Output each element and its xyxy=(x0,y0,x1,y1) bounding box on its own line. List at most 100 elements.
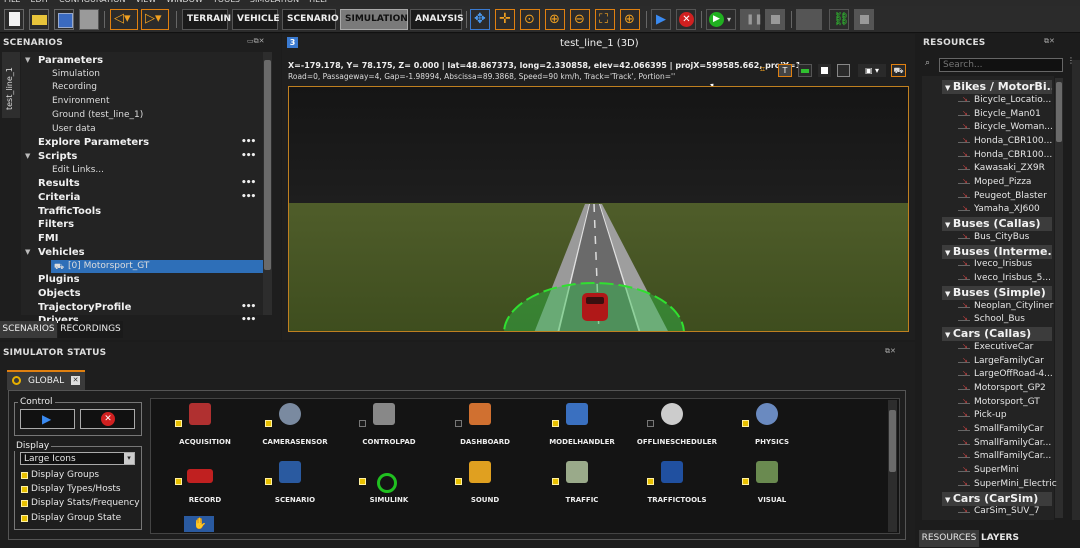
module-enable-checkbox[interactable] xyxy=(647,478,654,485)
move-view-icon[interactable]: ✥ xyxy=(470,9,490,30)
module-enable-checkbox[interactable] xyxy=(742,420,749,427)
tree-item[interactable]: ▼ Vehicles xyxy=(21,246,261,259)
resource-item[interactable]: Kawasaki_ZX9R xyxy=(974,163,1045,173)
expand-arrow-icon[interactable]: ▼ xyxy=(25,246,30,259)
link-icon[interactable]: ⛓ xyxy=(829,9,850,30)
stop-icon[interactable] xyxy=(765,9,785,30)
collapse-arrow-icon[interactable]: ▼ xyxy=(945,290,953,298)
tab-scenarios[interactable]: SCENARIOS xyxy=(0,321,57,338)
display-mode-select[interactable]: Large Icons ▾ xyxy=(20,452,135,465)
resource-item[interactable]: Bicycle_Woman... xyxy=(974,122,1053,132)
pan-icon[interactable]: ✛ xyxy=(495,9,515,30)
tab-resources[interactable]: RESOURCES xyxy=(919,530,979,547)
tree-item[interactable]: ▼ Scripts ••• xyxy=(21,150,261,163)
save-icon[interactable] xyxy=(54,9,74,30)
tree-item[interactable]: Plugins xyxy=(21,273,261,286)
tree-item[interactable]: Environment xyxy=(21,95,261,108)
fit-view-icon[interactable]: ⛶ xyxy=(595,9,615,30)
tree-item[interactable]: User data xyxy=(21,123,261,136)
scenario-tree[interactable]: ▼ Parameters Simulation Recording Environmen… xyxy=(21,52,263,326)
display-option-checkbox[interactable] xyxy=(21,500,28,508)
run-script-icon[interactable]: ▶ xyxy=(651,9,671,30)
resource-item[interactable]: Iveco_Irisbus_5... xyxy=(974,273,1051,283)
module-offlinescheduler[interactable]: OFFLINESCHEDULER xyxy=(629,400,725,452)
module-enable-checkbox[interactable] xyxy=(552,420,559,427)
display-option-checkbox[interactable] xyxy=(21,514,28,522)
resource-item[interactable]: Honda_CBR100... xyxy=(974,136,1052,146)
modules-scrollbar[interactable] xyxy=(888,400,897,532)
camera-select-icon[interactable]: ▣ ▾ xyxy=(858,64,886,77)
module-enable-checkbox[interactable] xyxy=(175,478,182,485)
resource-item[interactable]: Neoplan_Cityliner xyxy=(974,301,1053,311)
resource-item[interactable]: Honda_CBR100... xyxy=(974,150,1052,160)
tree-item[interactable]: Criteria ••• xyxy=(21,191,261,204)
panel-float-close-icon[interactable]: ▭⧉✕ xyxy=(247,37,264,46)
resource-item[interactable]: School_Bus xyxy=(974,314,1025,324)
resource-item[interactable]: Moped_Pizza xyxy=(974,177,1031,187)
display-option-checkbox[interactable] xyxy=(21,472,28,479)
collapse-arrow-icon[interactable]: ▼ xyxy=(945,249,953,257)
resource-item[interactable]: Bus_CityBus xyxy=(974,232,1029,242)
road-toggle-icon[interactable] xyxy=(798,64,812,77)
text-toggle-icon[interactable]: T xyxy=(778,64,792,77)
module-camerasensor[interactable]: CAMERASENSOR xyxy=(247,400,343,452)
rotate-icon[interactable]: ⊙ xyxy=(520,9,540,30)
expand-arrow-icon[interactable]: ▼ xyxy=(25,150,30,163)
tree-item[interactable]: TrafficTools xyxy=(21,205,261,218)
tree-item[interactable]: TrajectoryProfile ••• xyxy=(21,301,261,314)
tree-item[interactable]: Drivers••• xyxy=(21,314,261,327)
resource-category[interactable]: ▼ Buses (Interme... xyxy=(942,244,1052,259)
resource-category[interactable]: ▼ Cars (Callas) xyxy=(942,327,1052,341)
white-square-icon[interactable] xyxy=(818,64,831,77)
status-float-close-icon[interactable]: ⧉✕ xyxy=(885,347,896,356)
collapse-arrow-icon[interactable]: ▼ xyxy=(945,84,953,92)
tree-item[interactable]: Explore Parameters ••• xyxy=(21,136,261,149)
module-enable-checkbox[interactable] xyxy=(742,478,749,485)
resources-scrollbar[interactable] xyxy=(1055,78,1063,518)
resource-category[interactable]: ▼ Bikes / MotorBi... xyxy=(942,80,1052,94)
more-options-icon[interactable]: ••• xyxy=(241,150,256,163)
tree-item[interactable]: Edit Links... xyxy=(21,164,261,177)
resource-item[interactable]: CarSim_SUV_7 xyxy=(974,506,1040,516)
vehicle-button[interactable]: VEHICLE xyxy=(232,9,279,30)
tree-item[interactable]: Filters xyxy=(21,218,261,231)
resource-item[interactable]: SuperMini_Electric xyxy=(974,479,1057,489)
resource-category[interactable]: ▼ Buses (Simple) xyxy=(942,285,1052,300)
resource-item[interactable]: SmallFamilyCar... xyxy=(974,438,1051,448)
zoom-in-icon[interactable]: ⊕ xyxy=(545,9,565,30)
module-enable-checkbox[interactable] xyxy=(265,478,272,485)
module-enable-checkbox[interactable] xyxy=(265,420,272,427)
terrain-button[interactable]: TERRAIN xyxy=(182,9,231,30)
right-side-tabs[interactable] xyxy=(1072,60,1080,520)
resource-item[interactable]: Motorsport_GT xyxy=(974,397,1040,407)
more-options-icon[interactable]: ••• xyxy=(241,177,256,190)
connect-icon[interactable] xyxy=(796,9,822,30)
more-options-icon[interactable]: ••• xyxy=(241,136,256,149)
start-button[interactable]: ▶ xyxy=(20,409,75,429)
resource-category[interactable]: ▼ Cars (CarSim) xyxy=(942,491,1052,506)
resource-item[interactable]: Iveco_Irisbus xyxy=(974,259,1032,269)
play-simulation-icon[interactable]: ▶ ▾ xyxy=(706,9,736,30)
tree-item[interactable]: FMI xyxy=(21,232,261,245)
tree-scrollbar[interactable] xyxy=(263,52,272,315)
tree-item[interactable]: Simulation xyxy=(21,68,261,81)
vehicle-view-icon[interactable]: ⛟ xyxy=(891,64,906,77)
close-tab-icon[interactable]: ✕ xyxy=(71,376,80,385)
module-record[interactable]: RECORD xyxy=(157,458,253,510)
more-options-icon[interactable]: ••• xyxy=(241,191,256,204)
collapse-arrow-icon[interactable]: ▼ xyxy=(945,331,953,339)
tree-item[interactable]: [0] Motorsport_GT ⛟ xyxy=(51,259,263,273)
resource-item[interactable]: Bicycle_Locatio... xyxy=(974,95,1051,105)
display-option-checkbox[interactable] xyxy=(21,486,28,494)
expand-arrow-icon[interactable]: ▼ xyxy=(25,54,30,67)
resource-item[interactable]: Motorsport_GP2 xyxy=(974,383,1046,393)
resource-item[interactable]: Pick-up xyxy=(974,410,1007,420)
module-dashboard[interactable]: DASHBOARD xyxy=(437,400,533,452)
module-modelhandler[interactable]: MODELHANDLER xyxy=(534,400,630,452)
collapse-arrow-icon[interactable]: ▼ xyxy=(945,221,953,229)
resource-item[interactable]: SmallFamilyCar... xyxy=(974,451,1051,461)
module-enable-checkbox[interactable] xyxy=(455,420,462,427)
more-options-icon[interactable]: ••• xyxy=(241,314,256,327)
module-enable-checkbox[interactable] xyxy=(359,420,366,427)
tree-item[interactable]: Ground (test_line_1) xyxy=(21,109,261,122)
